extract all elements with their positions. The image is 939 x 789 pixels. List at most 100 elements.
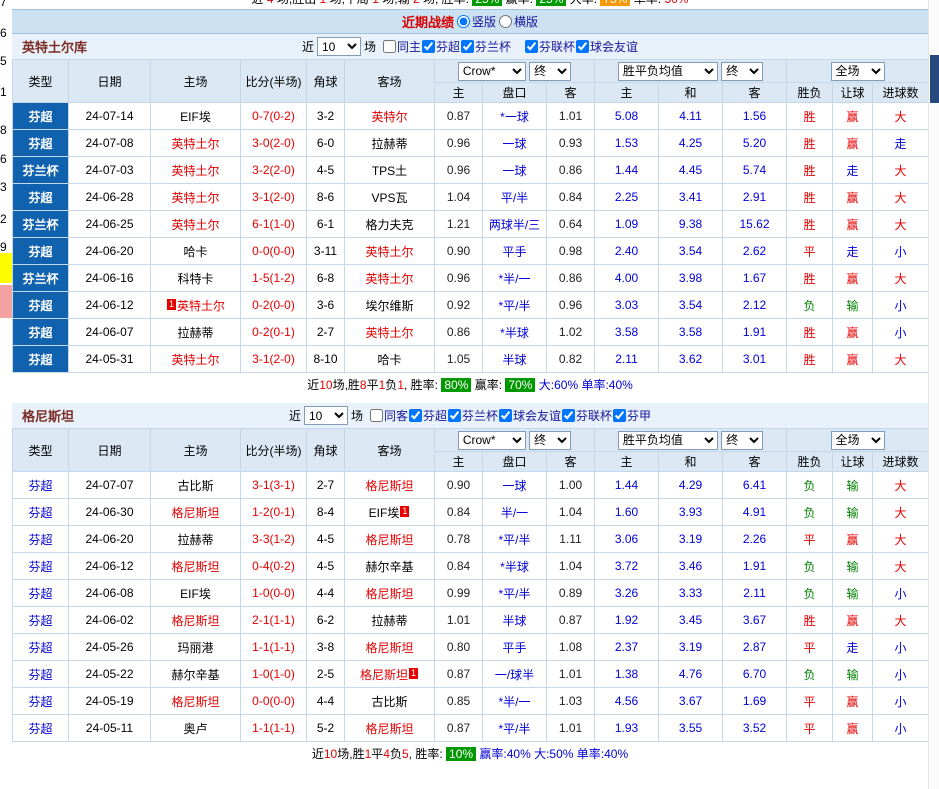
away-team-cell[interactable]: 埃尔维斯: [344, 291, 435, 319]
team-name[interactable]: 玛丽港: [177, 641, 213, 655]
filter-option[interactable]: 芬甲: [613, 407, 651, 424]
team-name[interactable]: 格尼斯坦: [365, 533, 413, 547]
euro-final-select[interactable]: 终: [721, 61, 764, 81]
asian-final-select[interactable]: 终: [529, 61, 572, 81]
recent-count-select[interactable]: 10: [303, 406, 348, 425]
home-team-cell[interactable]: 格尼斯坦: [150, 552, 241, 580]
fullmatch-select[interactable]: 全场: [830, 430, 885, 450]
filter-option[interactable]: 同客: [369, 407, 408, 424]
home-team-cell[interactable]: 英特土尔: [150, 210, 241, 238]
away-team-cell[interactable]: VPS瓦: [344, 183, 435, 211]
home-team-cell[interactable]: 英特土尔: [150, 129, 241, 157]
away-team-cell[interactable]: 赫尔辛基: [344, 552, 435, 580]
away-team-cell[interactable]: 拉赫蒂: [344, 606, 435, 634]
home-team-cell[interactable]: 奥卢: [150, 714, 241, 742]
home-team-cell[interactable]: 英特土尔: [150, 183, 241, 211]
away-team-cell[interactable]: 哈卡: [344, 345, 435, 373]
home-team-cell[interactable]: 英特土尔: [150, 156, 241, 184]
team-name[interactable]: 拉赫蒂: [371, 614, 407, 628]
recent-count-select[interactable]: 10: [316, 37, 361, 56]
team-name[interactable]: 格尼斯坦: [171, 506, 219, 520]
away-team-cell[interactable]: 格尼斯坦: [344, 714, 435, 742]
filter-checkbox[interactable]: [613, 409, 627, 422]
filter-checkbox[interactable]: [382, 40, 396, 53]
home-team-cell[interactable]: 哈卡: [150, 237, 241, 265]
home-team-cell[interactable]: 格尼斯坦: [150, 606, 241, 634]
team-name[interactable]: 科特卡: [177, 272, 213, 286]
team-name[interactable]: 英特土尔: [171, 137, 219, 151]
layout-vertical-option[interactable]: 竖版: [456, 13, 496, 30]
team-name[interactable]: 英特土尔: [171, 353, 219, 367]
team-name[interactable]: 哈卡: [183, 245, 207, 259]
filter-checkbox[interactable]: [499, 409, 513, 422]
team-name[interactable]: 拉赫蒂: [371, 137, 407, 151]
away-team-cell[interactable]: 古比斯: [344, 687, 435, 715]
team-name[interactable]: VPS瓦: [371, 191, 407, 205]
asian-final-select[interactable]: 终: [529, 430, 572, 450]
home-team-cell[interactable]: 拉赫蒂: [150, 318, 241, 346]
home-team-cell[interactable]: 格尼斯坦: [150, 687, 241, 715]
filter-checkbox[interactable]: [562, 409, 576, 422]
filter-option[interactable]: 芬兰杯: [448, 407, 498, 424]
home-team-cell[interactable]: 科特卡: [150, 264, 241, 292]
layout-horizontal-option[interactable]: 横版: [499, 13, 538, 30]
home-team-cell[interactable]: 英特土尔: [150, 345, 241, 373]
away-team-cell[interactable]: 格尼斯坦: [344, 471, 435, 499]
away-team-cell[interactable]: 拉赫蒂: [344, 129, 435, 157]
away-team-cell[interactable]: 格尼斯坦: [344, 579, 435, 607]
team-name[interactable]: 英特土尔: [177, 299, 225, 313]
scrollbar-thumb[interactable]: [930, 55, 939, 103]
team-name[interactable]: 拉赫蒂: [177, 533, 213, 547]
team-name[interactable]: 奥卢: [183, 722, 207, 736]
team-name[interactable]: 格尼斯坦: [171, 560, 219, 574]
filter-checkbox[interactable]: [448, 409, 461, 422]
team-name[interactable]: 拉赫蒂: [177, 326, 213, 340]
filter-option[interactable]: 芬超: [408, 407, 447, 424]
team-name[interactable]: 格尼斯坦: [365, 722, 413, 736]
team-name[interactable]: 赫尔辛基: [171, 668, 219, 682]
filter-checkbox[interactable]: [421, 40, 435, 53]
home-team-cell[interactable]: 玛丽港: [150, 633, 241, 661]
home-team-cell[interactable]: 格尼斯坦: [150, 498, 241, 526]
fullmatch-select[interactable]: 全场: [830, 61, 885, 81]
filter-option[interactable]: 芬超: [421, 38, 460, 55]
away-team-cell[interactable]: 格力夫克: [344, 210, 435, 238]
horizontal-radio[interactable]: [499, 15, 512, 28]
team-name[interactable]: 英特土尔: [171, 218, 219, 232]
away-team-cell[interactable]: 格尼斯坦 1: [344, 660, 435, 688]
home-team-cell[interactable]: 古比斯: [150, 471, 241, 499]
away-team-cell[interactable]: 英特土尔: [344, 237, 435, 265]
home-team-cell[interactable]: 拉赫蒂: [150, 525, 241, 553]
team-name[interactable]: 格尼斯坦: [360, 668, 408, 682]
vertical-scrollbar[interactable]: [928, 0, 939, 789]
home-team-cell[interactable]: 1 英特土尔: [150, 291, 241, 319]
team-name[interactable]: 格尼斯坦: [365, 587, 413, 601]
filter-option[interactable]: 芬联杯: [525, 38, 575, 55]
team-name[interactable]: TPS土: [372, 164, 407, 178]
team-name[interactable]: 英特土尔: [365, 326, 413, 340]
filter-option[interactable]: 球会友谊: [499, 407, 561, 424]
team-name[interactable]: 格尼斯坦: [171, 695, 219, 709]
team-name[interactable]: EIF埃: [180, 110, 211, 124]
away-team-cell[interactable]: 英特土尔: [344, 264, 435, 292]
filter-checkbox[interactable]: [408, 409, 422, 422]
away-team-cell[interactable]: TPS土: [344, 156, 435, 184]
away-team-cell[interactable]: 英特土尔: [344, 318, 435, 346]
filter-option[interactable]: 同主: [382, 38, 421, 55]
away-team-cell[interactable]: 格尼斯坦: [344, 525, 435, 553]
team-name[interactable]: 英特土尔: [365, 272, 413, 286]
filter-option[interactable]: 球会友谊: [576, 38, 638, 55]
team-name[interactable]: 埃尔维斯: [365, 299, 413, 313]
euro-average-select[interactable]: 胜平负均值: [617, 430, 718, 450]
away-team-cell[interactable]: 英特尔: [344, 102, 435, 130]
euro-final-select[interactable]: 终: [721, 430, 764, 450]
asian-company-select[interactable]: Crow*: [457, 61, 526, 81]
home-team-cell[interactable]: EIF埃: [150, 579, 241, 607]
filter-checkbox[interactable]: [576, 40, 590, 53]
team-name[interactable]: 格尼斯坦: [365, 641, 413, 655]
asian-company-select[interactable]: Crow*: [457, 430, 526, 450]
team-name[interactable]: 古比斯: [177, 479, 213, 493]
team-name[interactable]: 英特土尔: [171, 164, 219, 178]
team-name[interactable]: EIF埃: [369, 506, 400, 520]
team-name[interactable]: 格力夫克: [365, 218, 413, 232]
